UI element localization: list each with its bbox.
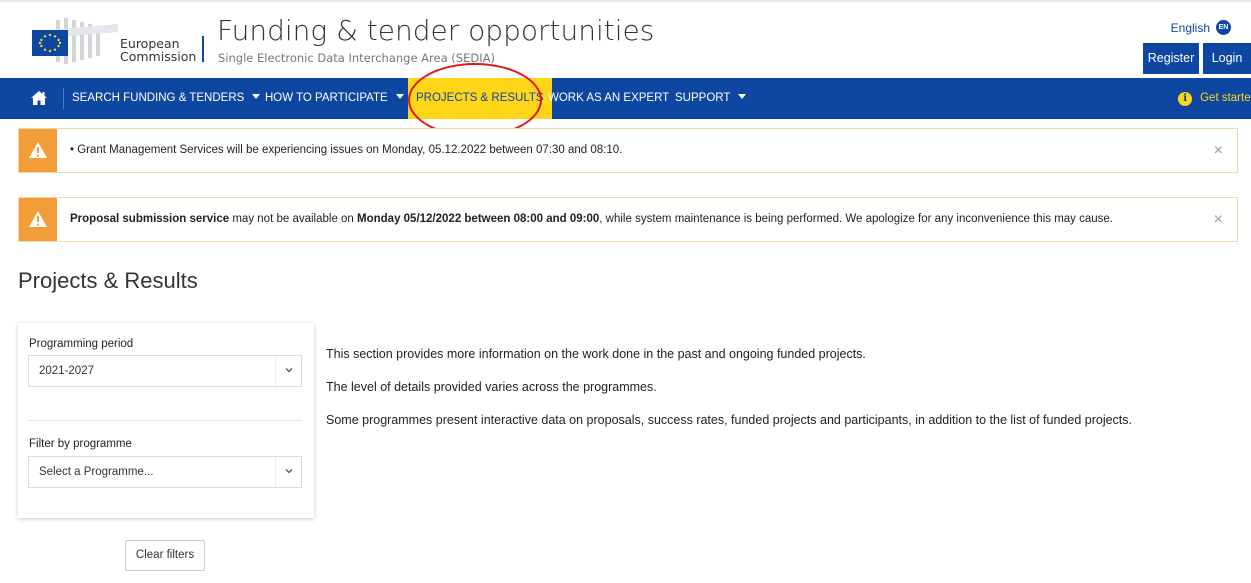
get-started-label: Get started bbox=[1200, 92, 1251, 104]
language-label: English bbox=[1170, 20, 1210, 35]
clear-filters-button[interactable]: Clear filters bbox=[125, 540, 205, 571]
select-toggle[interactable] bbox=[275, 356, 301, 386]
site-subtitle: Single Electronic Data Interchange Area … bbox=[218, 51, 495, 65]
nav-work-as-expert[interactable]: WORK AS AN EXPERT bbox=[548, 78, 669, 119]
nav-item-label: WORK AS AN EXPERT bbox=[548, 92, 670, 104]
close-icon[interactable]: × bbox=[1214, 129, 1223, 172]
nav-item-label: HOW TO PARTICIPATE bbox=[265, 92, 388, 104]
programme-select[interactable]: Select a Programme... bbox=[28, 456, 302, 488]
page-title: Projects & Results bbox=[18, 268, 198, 293]
alert-text-part: , while system maintenance is being perf… bbox=[599, 213, 1114, 225]
programming-period-label: Programming period bbox=[29, 338, 134, 350]
eu-flag-logo-icon[interactable] bbox=[18, 16, 118, 66]
nav-item-label: SUPPORT bbox=[675, 92, 731, 104]
nav-item-label: PROJECTS & RESULTS bbox=[416, 92, 544, 104]
warning-icon bbox=[19, 129, 57, 172]
alert-text-part: may not be available on bbox=[229, 213, 358, 225]
alert-bold-service: Proposal submission service bbox=[70, 213, 230, 225]
language-selector[interactable]: English EN bbox=[1171, 20, 1231, 35]
alert-banner: • Grant Management Services will be expe… bbox=[18, 128, 1238, 173]
logo-separator bbox=[202, 36, 204, 62]
intro-paragraph: This section provides more information o… bbox=[326, 347, 866, 361]
close-icon[interactable]: × bbox=[1214, 198, 1223, 241]
filter-panel: Programming period 2021-2027 Filter by p… bbox=[18, 323, 314, 518]
nav-separator bbox=[63, 88, 64, 109]
main-nav: SEARCH FUNDING & TENDERS HOW TO PARTICIP… bbox=[0, 78, 1251, 119]
nav-projects-results[interactable]: PROJECTS & RESULTS bbox=[408, 78, 552, 119]
alert-bold-date: Monday 05/12/2022 between 08:00 and 09:0… bbox=[357, 213, 600, 225]
site-header: European Commission Funding & tender opp… bbox=[0, 2, 1251, 78]
get-started-link[interactable]: i Get started bbox=[1178, 78, 1251, 119]
caret-down-icon bbox=[252, 94, 261, 100]
info-icon: i bbox=[1178, 91, 1193, 106]
select-placeholder: Select a Programme... bbox=[39, 466, 154, 478]
intro-paragraph: Some programmes present interactive data… bbox=[326, 413, 1132, 427]
logo-line-2: Commission bbox=[120, 49, 197, 64]
nav-item-label: SEARCH FUNDING & TENDERS bbox=[72, 92, 245, 104]
intro-paragraph: The level of details provided varies acr… bbox=[326, 380, 657, 394]
alert-message: Proposal submission service may not be a… bbox=[70, 198, 1113, 241]
caret-down-icon bbox=[395, 94, 404, 100]
register-button[interactable]: Register bbox=[1143, 43, 1199, 74]
alert-message: • Grant Management Services will be expe… bbox=[70, 144, 623, 156]
panel-divider bbox=[28, 420, 302, 421]
chevron-down-icon bbox=[285, 469, 293, 474]
login-button[interactable]: Login bbox=[1203, 43, 1251, 74]
programming-period-select[interactable]: 2021-2027 bbox=[28, 355, 302, 387]
chevron-down-icon bbox=[285, 368, 293, 373]
home-icon[interactable] bbox=[30, 90, 48, 106]
filter-by-programme-label: Filter by programme bbox=[29, 438, 132, 450]
nav-support[interactable]: SUPPORT bbox=[675, 78, 747, 119]
language-code-badge: EN bbox=[1216, 20, 1231, 35]
select-value: 2021-2027 bbox=[39, 365, 94, 377]
nav-how-to-participate[interactable]: HOW TO PARTICIPATE bbox=[265, 78, 404, 119]
nav-search-funding[interactable]: SEARCH FUNDING & TENDERS bbox=[72, 78, 261, 119]
warning-icon bbox=[19, 198, 57, 241]
logo-text: European Commission bbox=[120, 37, 196, 63]
alert-banner: Proposal submission service may not be a… bbox=[18, 197, 1238, 242]
site-title[interactable]: Funding & tender opportunities bbox=[217, 14, 654, 47]
select-toggle[interactable] bbox=[275, 457, 301, 487]
caret-down-icon bbox=[738, 94, 747, 100]
